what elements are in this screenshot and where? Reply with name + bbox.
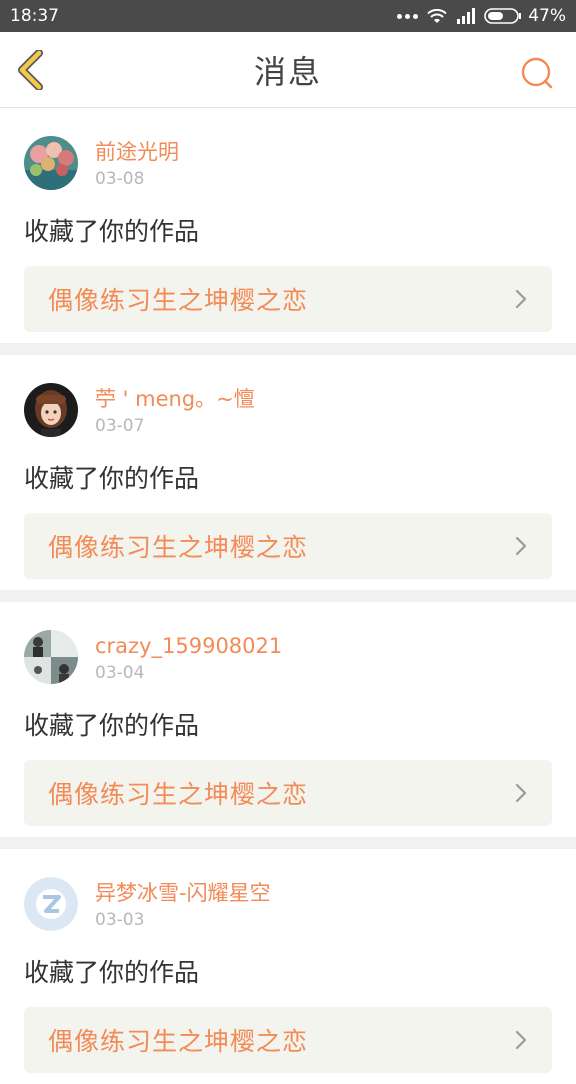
username[interactable]: crazy_159908021 (95, 633, 282, 659)
girl-avatar-image (24, 383, 78, 437)
status-time: 18:37 (10, 6, 59, 26)
message-date: 03-04 (95, 663, 145, 683)
username[interactable]: 异梦冰雪-闪耀星空 (95, 880, 271, 906)
avatar[interactable] (24, 136, 78, 190)
chevron-right-icon (515, 536, 527, 556)
status-icons: 47% (397, 6, 566, 26)
default-avatar-icon (24, 877, 78, 931)
status-bar: 18:37 47% (0, 0, 576, 32)
work-title: 偶像练习生之坤樱之恋 (48, 780, 309, 809)
work-title: 偶像练习生之坤樱之恋 (48, 533, 309, 562)
username[interactable]: 前途光明 (95, 139, 179, 165)
message-date: 03-07 (95, 416, 145, 436)
message-date: 03-08 (95, 169, 145, 189)
work-link[interactable]: 偶像练习生之坤樱之恋 (24, 1007, 552, 1073)
message-card: 异梦冰雪-闪耀星空 03-03 收藏了你的作品 偶像练习生之坤樱之恋 (0, 849, 576, 1084)
message-card: crazy_159908021 03-04 收藏了你的作品 偶像练习生之坤樱之恋 (0, 602, 576, 837)
avatar[interactable] (24, 630, 78, 684)
avatar[interactable] (24, 877, 78, 931)
work-title: 偶像练习生之坤樱之恋 (48, 1027, 309, 1056)
flowers-avatar-image (24, 136, 78, 190)
message-action-text: 收藏了你的作品 (24, 711, 200, 740)
battery-percent: 47% (528, 6, 566, 26)
work-link[interactable]: 偶像练习生之坤樱之恋 (24, 266, 552, 332)
username[interactable]: 苧 ' meng。~憻 (95, 386, 255, 412)
search-icon[interactable] (520, 56, 554, 90)
back-button[interactable] (14, 50, 50, 90)
message-card: 前途光明 03-08 收藏了你的作品 偶像练习生之坤樱之恋 (0, 108, 576, 343)
signal-icon (457, 8, 476, 24)
avatar[interactable] (24, 383, 78, 437)
chevron-right-icon (515, 289, 527, 309)
message-date: 03-03 (95, 910, 145, 930)
message-action-text: 收藏了你的作品 (24, 464, 200, 493)
battery-indicator: 47% (484, 6, 566, 26)
message-card: 苧 ' meng。~憻 03-07 收藏了你的作品 偶像练习生之坤樱之恋 (0, 355, 576, 590)
message-action-text: 收藏了你的作品 (24, 958, 200, 987)
chevron-right-icon (515, 783, 527, 803)
chevron-right-icon (515, 1030, 527, 1050)
photo-collage-avatar-image (24, 630, 78, 684)
work-link[interactable]: 偶像练习生之坤樱之恋 (24, 760, 552, 826)
more-dots-icon (397, 13, 419, 19)
wifi-icon (427, 8, 447, 23)
message-action-text: 收藏了你的作品 (24, 217, 200, 246)
work-title: 偶像练习生之坤樱之恋 (48, 286, 309, 315)
work-link[interactable]: 偶像练习生之坤樱之恋 (24, 513, 552, 579)
battery-icon (484, 8, 522, 24)
page-title: 消息 (253, 52, 322, 91)
top-bar: 消息 (0, 32, 576, 108)
message-list: 前途光明 03-08 收藏了你的作品 偶像练习生之坤樱之恋 苧 ' meng。~… (0, 108, 576, 1084)
